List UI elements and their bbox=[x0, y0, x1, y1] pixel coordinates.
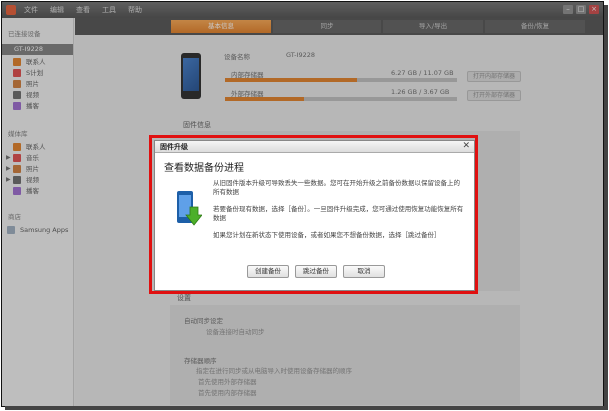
dialog-title-bar: 固件升级 ✕ bbox=[155, 141, 474, 153]
dialog-paragraph-1: 从旧固件版本升级可导致丢失一些数据。您可在开始升级之前备份数据以保留设备上的所有… bbox=[213, 179, 460, 196]
dialog-paragraph-3: 如果您计划在新状态下使用设备，或者如果您不想备份数据，选择［跳过备份］ bbox=[213, 231, 441, 239]
dialog-title: 固件升级 bbox=[160, 143, 188, 151]
cancel-button[interactable]: 取消 bbox=[343, 265, 385, 278]
firmware-upgrade-dialog: 固件升级 ✕ 查看数据备份进程 从旧固件版本升级可导致丢失一些数据。您可在开始升… bbox=[154, 140, 475, 291]
frame-shadow-right bbox=[604, 5, 608, 410]
skip-backup-button[interactable]: 跳过备份 bbox=[295, 265, 337, 278]
frame-shadow bbox=[5, 406, 608, 410]
dialog-heading: 查看数据备份进程 bbox=[164, 163, 244, 174]
dialog-paragraph-2: 若要备份现有数据，选择［备份］。一旦固件升级完成，您可通过使用恢复功能恢复所有数… bbox=[213, 205, 464, 222]
close-icon[interactable]: ✕ bbox=[462, 141, 470, 151]
create-backup-button[interactable]: 创建备份 bbox=[247, 265, 289, 278]
phone-download-icon bbox=[177, 191, 202, 226]
